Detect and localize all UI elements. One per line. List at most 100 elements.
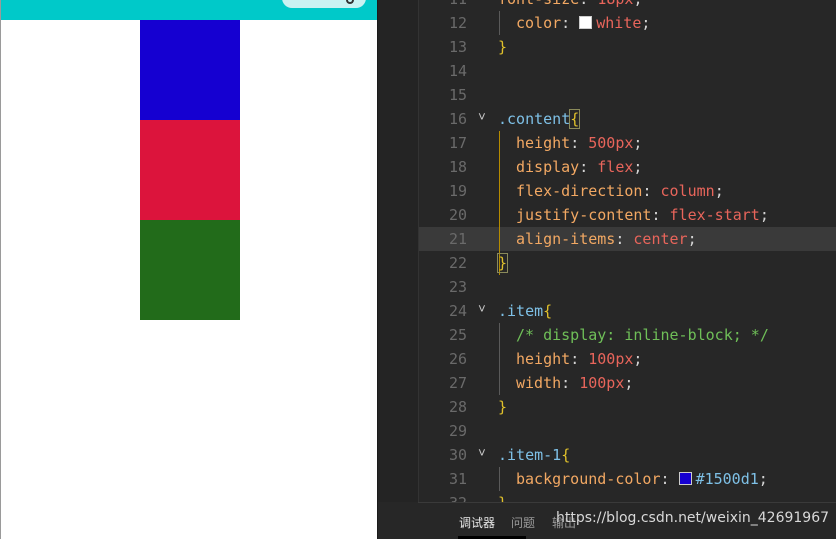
code-token: column (660, 182, 715, 200)
code-line[interactable]: 25 /* display: inline-block; */ (419, 323, 836, 347)
code-token: ; (759, 206, 769, 224)
line-number: 14 (448, 62, 467, 80)
line-number: 11 (419, 0, 467, 11)
watermark-url: https://blog.csdn.net/weixin_42691967 (556, 510, 830, 526)
line-number: 21 (448, 230, 467, 248)
indent-guide (499, 179, 500, 203)
line-number: 12 (448, 14, 467, 32)
code-line[interactable]: 21 align-items: center; (419, 227, 836, 251)
color-swatch-icon[interactable] (678, 472, 692, 485)
code-token: justify-content (516, 206, 652, 224)
line-number: 13 (448, 38, 467, 56)
code-token: font-size (498, 0, 579, 8)
indent-guide (499, 11, 500, 35)
line-number: 23 (448, 278, 467, 296)
code-token: : (561, 374, 580, 392)
code-editor[interactable]: 11font-size: 18px;12color: white;13}1415… (378, 0, 836, 539)
code-text: flex-direction: column; (516, 179, 724, 203)
line-number: 26 (448, 350, 467, 368)
color-swatch-icon[interactable] (579, 16, 593, 29)
code-text: /* display: inline-block; */ (516, 323, 769, 347)
code-line[interactable]: 19 flex-direction: column; (419, 179, 836, 203)
code-token: } (498, 38, 508, 56)
code-token: ; (633, 134, 643, 152)
code-line[interactable]: 15 (419, 83, 836, 107)
code-text: height: 500px; (516, 131, 642, 155)
indent-guide (499, 155, 500, 179)
code-line[interactable]: 20 justify-content: flex-start; (419, 203, 836, 227)
indent-guide (499, 467, 500, 491)
code-token: ; (633, 350, 643, 368)
code-token: } (498, 398, 508, 416)
code-text: color: white; (516, 11, 650, 35)
code-line[interactable]: 11 font-size: 18px; (419, 0, 836, 11)
code-line[interactable]: 26 height: 100px; (419, 347, 836, 371)
code-lines[interactable]: 11font-size: 18px;12color: white;13}1415… (419, 0, 836, 515)
indent-guide (499, 371, 500, 395)
code-text: } (498, 35, 507, 59)
code-token: : (579, 158, 598, 176)
code-token: width (516, 374, 562, 392)
indent-guide (499, 227, 500, 251)
code-text: .item-1{ (498, 443, 570, 467)
code-token: 500px (588, 134, 634, 152)
code-token: ; (641, 14, 651, 32)
code-token: : (651, 206, 670, 224)
code-token: white (596, 14, 642, 32)
code-token: : (570, 134, 589, 152)
code-token: { (569, 109, 581, 129)
code-line[interactable]: 16 ˅ .content{ (419, 107, 836, 131)
code-token: : (570, 350, 589, 368)
code-line[interactable]: 22} (419, 251, 836, 275)
fold-chevron-icon[interactable]: ˅ (478, 106, 486, 130)
code-token: background-color (516, 470, 661, 488)
code-line[interactable]: 23 (419, 275, 836, 299)
code-text: background-color: #1500d1; (516, 467, 768, 491)
code-line[interactable]: 17 height: 500px; (419, 131, 836, 155)
code-token: #1500d1 (695, 470, 759, 488)
code-token: .content (498, 110, 571, 128)
menu-capsule-button[interactable] (282, 0, 366, 8)
code-line[interactable]: 29 (419, 419, 836, 443)
fold-chevron-icon[interactable]: ˅ (478, 298, 486, 322)
line-number: 15 (448, 86, 467, 104)
code-line[interactable]: 30 ˅ .item-1{ (419, 443, 836, 467)
line-number: 19 (448, 182, 467, 200)
code-line[interactable]: 13} (419, 35, 836, 59)
code-text: } (498, 395, 507, 419)
tab-problems[interactable]: 问题 (511, 514, 535, 531)
code-token: : (642, 182, 661, 200)
code-line[interactable]: 24 ˅ .item{ (419, 299, 836, 323)
indent-guide (499, 323, 500, 347)
code-token: ; (714, 182, 724, 200)
code-line[interactable]: 31 background-color: #1500d1; (419, 467, 836, 491)
code-text: .content{ (498, 107, 581, 131)
code-token: center (633, 230, 688, 248)
code-token: .item (498, 302, 544, 320)
indent-guide (499, 347, 500, 371)
line-number: 16 (448, 110, 467, 128)
code-token: : (561, 14, 580, 32)
code-line[interactable]: 18 display: flex; (419, 155, 836, 179)
indent-guide (499, 131, 500, 155)
tab-debugger[interactable]: 调试器 (457, 514, 497, 539)
line-number: 22 (448, 254, 467, 272)
line-number: 17 (448, 134, 467, 152)
code-line[interactable]: 27 width: 100px; (419, 371, 836, 395)
flex-item-3 (140, 220, 240, 320)
code-line[interactable]: 28} (419, 395, 836, 419)
code-token: 100px (588, 350, 634, 368)
code-token: { (543, 302, 553, 320)
preview-header-bar (1, 0, 377, 20)
code-token: 100px (579, 374, 625, 392)
code-line[interactable]: 14 (419, 59, 836, 83)
code-line[interactable]: 12 color: white; (419, 11, 836, 35)
code-token: display (516, 158, 580, 176)
fold-chevron-icon[interactable]: ˅ (478, 442, 486, 466)
code-token: : (615, 230, 634, 248)
code-text: .item{ (498, 299, 552, 323)
line-number: 18 (448, 158, 467, 176)
editor-gutter-strip (378, 0, 419, 502)
code-token: .item-1 (498, 446, 562, 464)
code-text: width: 100px; (516, 371, 633, 395)
